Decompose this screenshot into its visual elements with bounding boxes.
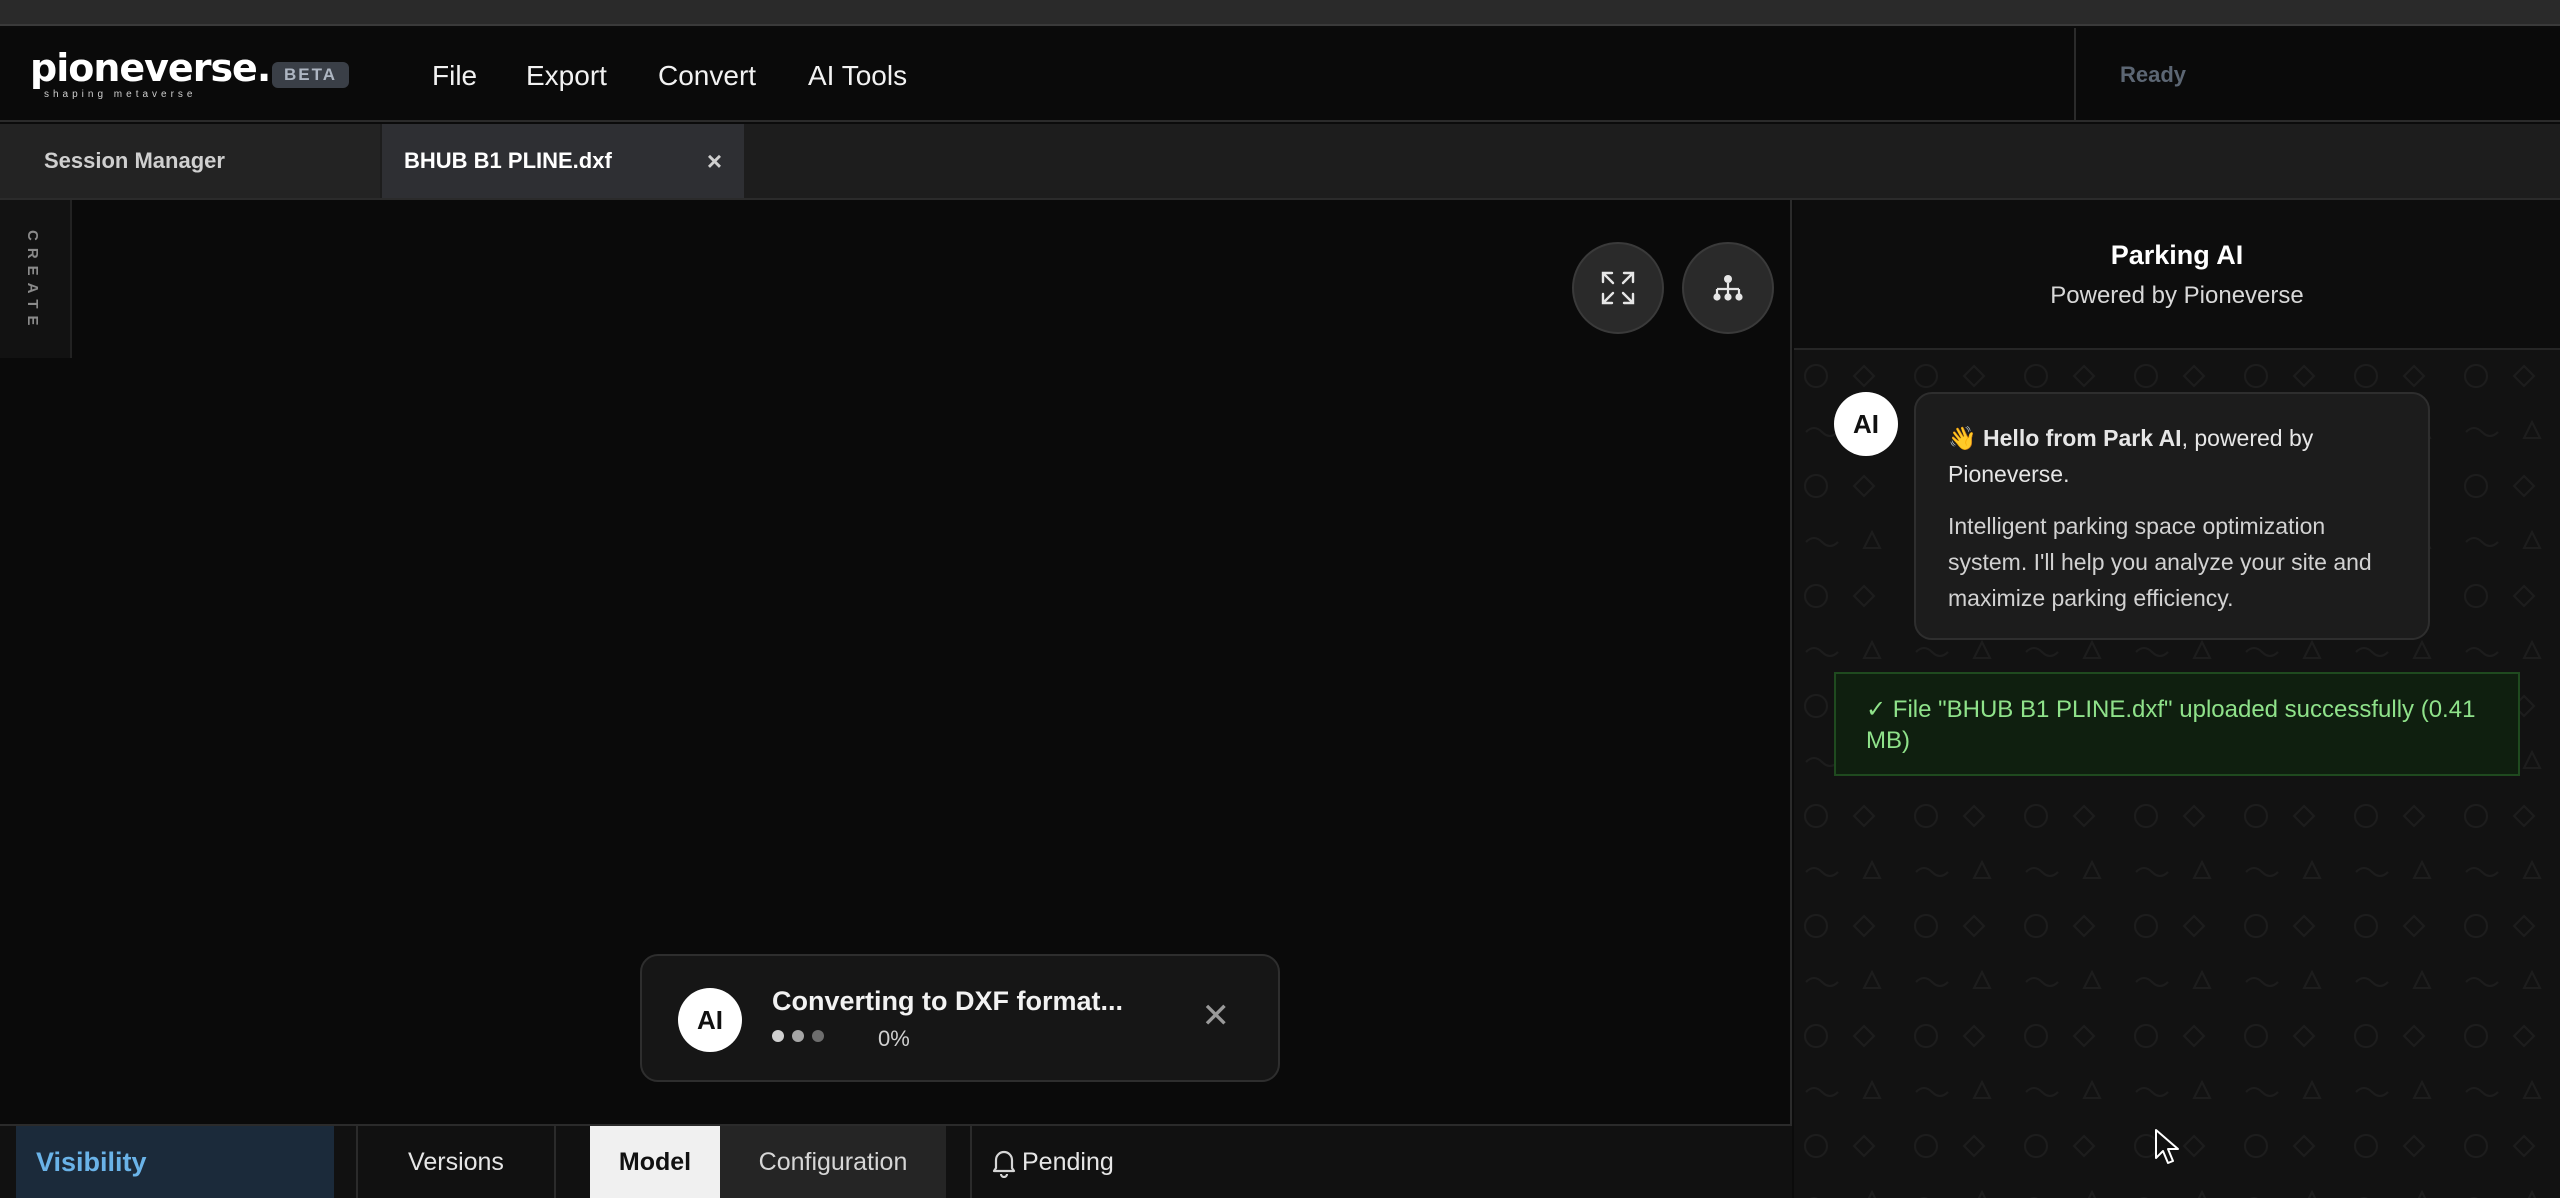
toast-progress: 0% [878, 1026, 910, 1051]
model-tab[interactable]: Model [590, 1126, 720, 1198]
hierarchy-icon [1713, 275, 1743, 301]
greeting-line: 👋 Hello from Park AI, powered by Pioneve… [1948, 420, 2396, 492]
panel-title: Parking AI [2110, 240, 2244, 270]
panel-header: Parking AI Powered by Pioneverse [1794, 200, 2560, 350]
drawing-canvas[interactable]: CREATE AI Converting to DXF format... 0%… [0, 200, 1792, 1124]
upload-success-message: ✓ File "BHUB B1 PLINE.dxf" uploaded succ… [1834, 672, 2520, 776]
chat-ai-avatar: AI [1834, 392, 1898, 456]
pending-button[interactable]: Pending [970, 1126, 1190, 1198]
tab-session-manager[interactable]: Session Manager [0, 124, 380, 198]
logo-tagline: shaping metaverse [44, 89, 197, 100]
bottom-bar: Visibility Versions Model Configuration … [0, 1124, 1792, 1198]
versions-button[interactable]: Versions [356, 1126, 556, 1198]
menu-bar: pioneverse. shaping metaverse BETA File … [0, 28, 2560, 122]
pioneverse-logo[interactable]: pioneverse. shaping metaverse [30, 46, 271, 104]
beta-badge: BETA [272, 62, 350, 88]
toast-close-icon[interactable]: ✕ [1202, 996, 1231, 1036]
wave-emoji: 👋 [1948, 425, 1977, 451]
logo-text: pioneverse. [30, 46, 271, 90]
greeting-intro: Intelligent parking space optimization s… [1948, 513, 2372, 611]
tab-file-label: BHUB B1 PLINE.dxf [404, 148, 612, 173]
conversion-toast: AI Converting to DXF format... 0% ✕ [640, 954, 1280, 1082]
tab-close-icon[interactable]: × [707, 124, 722, 198]
tab-bar: Session Manager BHUB B1 PLINE.dxf × [0, 124, 2560, 200]
hierarchy-button[interactable] [1682, 242, 1774, 334]
ai-greeting-bubble: 👋 Hello from Park AI, powered by Pioneve… [1914, 392, 2430, 640]
menu-file[interactable]: File [432, 60, 477, 92]
fullscreen-button[interactable] [1572, 242, 1664, 334]
toast-ai-avatar: AI [678, 988, 742, 1052]
parking-ai-panel: Parking AI Powered by Pioneverse AI 👋 He… [1794, 200, 2560, 1198]
pending-label: Pending [1022, 1148, 1114, 1176]
create-rail[interactable]: CREATE [0, 200, 72, 358]
visibility-button[interactable]: Visibility [16, 1126, 334, 1198]
menu-export[interactable]: Export [526, 60, 607, 92]
mouse-cursor-icon [2155, 1129, 2179, 1164]
menu-ai-tools[interactable]: AI Tools [808, 60, 907, 92]
bell-icon [992, 1150, 1016, 1178]
toast-title: Converting to DXF format... [772, 986, 1123, 1016]
loading-dots-icon [772, 1028, 832, 1044]
create-label: CREATE [24, 230, 41, 333]
configuration-tab[interactable]: Configuration [720, 1126, 946, 1198]
greeting-bold: Hello from Park AI [1983, 425, 2182, 451]
menu-convert[interactable]: Convert [658, 60, 756, 92]
panel-subtitle: Powered by Pioneverse [2050, 282, 2304, 309]
expand-icon [1601, 271, 1635, 305]
window-top-strip [0, 0, 2560, 26]
status-area: Ready [2074, 28, 2560, 122]
status-text: Ready [2120, 62, 2187, 87]
tab-file[interactable]: BHUB B1 PLINE.dxf × [382, 124, 744, 198]
